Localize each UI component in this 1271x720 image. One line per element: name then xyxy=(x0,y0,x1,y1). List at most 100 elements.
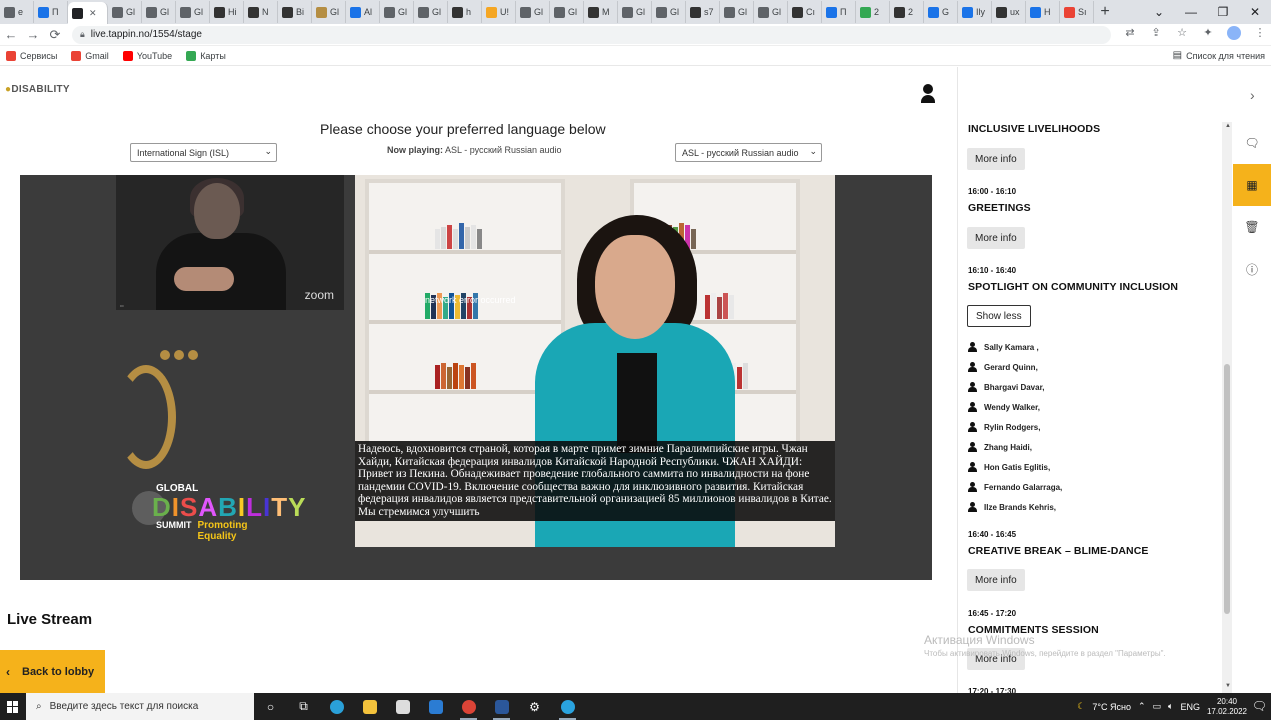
chevron-right-icon[interactable]: › xyxy=(1250,87,1255,103)
scroll-up-icon[interactable]: ▲ xyxy=(1225,123,1231,129)
word-icon[interactable] xyxy=(485,693,518,720)
tray-chevron-icon[interactable]: ⌃ xyxy=(1138,701,1146,712)
info-icon[interactable]: ⓘ xyxy=(1233,248,1271,290)
browser-tab[interactable]: П xyxy=(822,1,856,23)
more-info-button[interactable]: More info xyxy=(967,148,1025,170)
language-indicator[interactable]: ENG xyxy=(1180,702,1200,712)
browser-tab[interactable]: Gl xyxy=(720,1,754,23)
share-icon[interactable]: ⇪ xyxy=(1145,26,1167,43)
back-arrow-icon[interactable]: ← xyxy=(0,24,22,46)
speaker-item[interactable]: Sally Kamara , xyxy=(968,342,1039,352)
browser-tab[interactable]: Gl xyxy=(618,1,652,23)
browser-tab[interactable]: Gl xyxy=(754,1,788,23)
browser-tab[interactable]: M xyxy=(584,1,618,23)
translate-icon[interactable]: ⇄ xyxy=(1119,26,1141,43)
browser-tab[interactable]: Gl xyxy=(380,1,414,23)
close-window-icon[interactable]: ✕ xyxy=(1239,0,1271,24)
profile-avatar[interactable] xyxy=(1223,26,1245,43)
maximize-icon[interactable]: ❐ xyxy=(1207,0,1239,24)
browser-tab[interactable]: N xyxy=(244,1,278,23)
bookmark-item[interactable]: Карты xyxy=(186,50,226,61)
calendar-icon[interactable]: ▦ xyxy=(1233,164,1271,206)
browser-tab[interactable]: G xyxy=(924,1,958,23)
browser-tab[interactable]: U! xyxy=(482,1,516,23)
task-view-icon[interactable]: ⧉ xyxy=(287,693,320,720)
store-icon[interactable] xyxy=(386,693,419,720)
bookmark-item[interactable]: Сервисы xyxy=(6,50,57,61)
menu-icon[interactable]: ⋮ xyxy=(1249,26,1271,43)
browser-tab[interactable]: Gl xyxy=(142,1,176,23)
site-logo[interactable]: ●DISABILITY xyxy=(5,84,70,95)
network-icon[interactable]: ▭ xyxy=(1153,701,1162,712)
browser-tab[interactable]: П xyxy=(34,1,68,23)
start-button[interactable] xyxy=(0,693,26,720)
speaker-item[interactable]: Zhang Haidi, xyxy=(968,442,1032,452)
speaker-item[interactable]: Wendy Walker, xyxy=(968,402,1040,412)
file-explorer-icon[interactable] xyxy=(353,693,386,720)
browser-tab[interactable]: Bi xyxy=(278,1,312,23)
speaker-item[interactable]: Fernando Galarraga, xyxy=(968,482,1062,492)
speaker-item[interactable]: Ilze Brands Kehris, xyxy=(968,502,1056,512)
browser-tab[interactable]: ✕ xyxy=(68,2,108,24)
bookmark-item[interactable]: Gmail xyxy=(71,50,109,61)
taskbar-search[interactable]: ⌕ Введите здесь текст для поиска xyxy=(26,693,254,720)
bookmark-star-icon[interactable]: ☆ xyxy=(1171,26,1193,43)
volume-icon[interactable]: 🔈︎ xyxy=(1168,701,1173,712)
browser-tab[interactable]: Gl xyxy=(414,1,448,23)
speaker-item[interactable]: Hon Gatis Eglitis, xyxy=(968,462,1050,472)
extensions-icon[interactable]: ✦ xyxy=(1197,26,1219,43)
user-profile-icon[interactable] xyxy=(920,84,936,103)
browser-tab[interactable]: Gl xyxy=(176,1,210,23)
browser-tab[interactable]: Gl xyxy=(550,1,584,23)
tab-label: Gl xyxy=(330,7,339,17)
chat-icon[interactable]: 🗨︎ xyxy=(1233,122,1271,164)
clock[interactable]: 20:40 17.02.2022 xyxy=(1207,697,1247,717)
browser-tab[interactable]: Gl xyxy=(652,1,686,23)
audio-language-select[interactable]: ASL - русский Russian audio ⌄ xyxy=(675,143,822,162)
browser-tab[interactable]: h xyxy=(448,1,482,23)
edge-icon[interactable] xyxy=(320,693,353,720)
scroll-down-icon[interactable]: ▼ xyxy=(1225,683,1231,689)
speaker-item[interactable]: Bhargavi Davar, xyxy=(968,382,1044,392)
reading-list[interactable]: ▤ Список для чтения xyxy=(1173,50,1265,61)
browser-tab[interactable]: Ily xyxy=(958,1,992,23)
bookmark-item[interactable]: YouTube xyxy=(122,50,172,61)
minimize-icon[interactable]: — xyxy=(1175,0,1207,24)
video-player[interactable]: zoom ▭ GLOBAL DISABILITY SUMMIT Promoting… xyxy=(20,175,932,580)
sign-language-select[interactable]: International Sign (ISL) ⌄ xyxy=(130,143,277,162)
schedule-scroll-thumb[interactable] xyxy=(1224,364,1230,614)
reload-icon[interactable]: ⟳ xyxy=(44,24,66,46)
browser-tab[interactable]: Al xyxy=(346,1,380,23)
trash-icon[interactable]: 🗑︎ xyxy=(1233,206,1271,248)
browser-tab[interactable]: ux xyxy=(992,1,1026,23)
browser-tab[interactable]: Gl xyxy=(516,1,550,23)
browser-tab[interactable]: Hi xyxy=(210,1,244,23)
show-less-button[interactable]: Show less xyxy=(967,305,1031,327)
more-info-button[interactable]: More info xyxy=(967,569,1025,591)
url-field[interactable]: 🔒︎ live.tappin.no/1554/stage xyxy=(71,25,1112,44)
new-tab-button[interactable]: + xyxy=(1094,1,1116,23)
back-to-lobby-button[interactable]: ‹ Back to lobby xyxy=(0,650,105,693)
browser-tab[interactable]: Gl xyxy=(312,1,346,23)
more-info-button[interactable]: More info xyxy=(967,227,1025,249)
browser-tab[interactable]: 2 xyxy=(890,1,924,23)
notifications-icon[interactable]: 🗨︎ xyxy=(1252,699,1267,713)
browser-tab[interactable]: Gl xyxy=(108,1,142,23)
browser-tab[interactable]: e xyxy=(0,1,34,23)
chrome-icon[interactable] xyxy=(452,693,485,720)
weather-text[interactable]: 7°C Ясно xyxy=(1092,702,1131,712)
tab-search-icon[interactable]: ⌄ xyxy=(1143,0,1175,24)
forward-arrow-icon[interactable]: → xyxy=(22,24,44,46)
browser-tab[interactable]: H xyxy=(1026,1,1060,23)
telegram-icon[interactable] xyxy=(551,693,584,720)
speaker-item[interactable]: Rylin Rodgers, xyxy=(968,422,1040,432)
browser-tab[interactable]: Sı xyxy=(1060,1,1094,23)
browser-tab[interactable]: 2 xyxy=(856,1,890,23)
mail-icon[interactable] xyxy=(419,693,452,720)
close-tab-icon[interactable]: ✕ xyxy=(89,8,97,19)
cortana-icon[interactable]: ○ xyxy=(254,693,287,720)
browser-tab[interactable]: s7 xyxy=(686,1,720,23)
settings-icon[interactable]: ⚙ xyxy=(518,693,551,720)
speaker-item[interactable]: Gerard Quinn, xyxy=(968,362,1038,372)
browser-tab[interactable]: Cı xyxy=(788,1,822,23)
